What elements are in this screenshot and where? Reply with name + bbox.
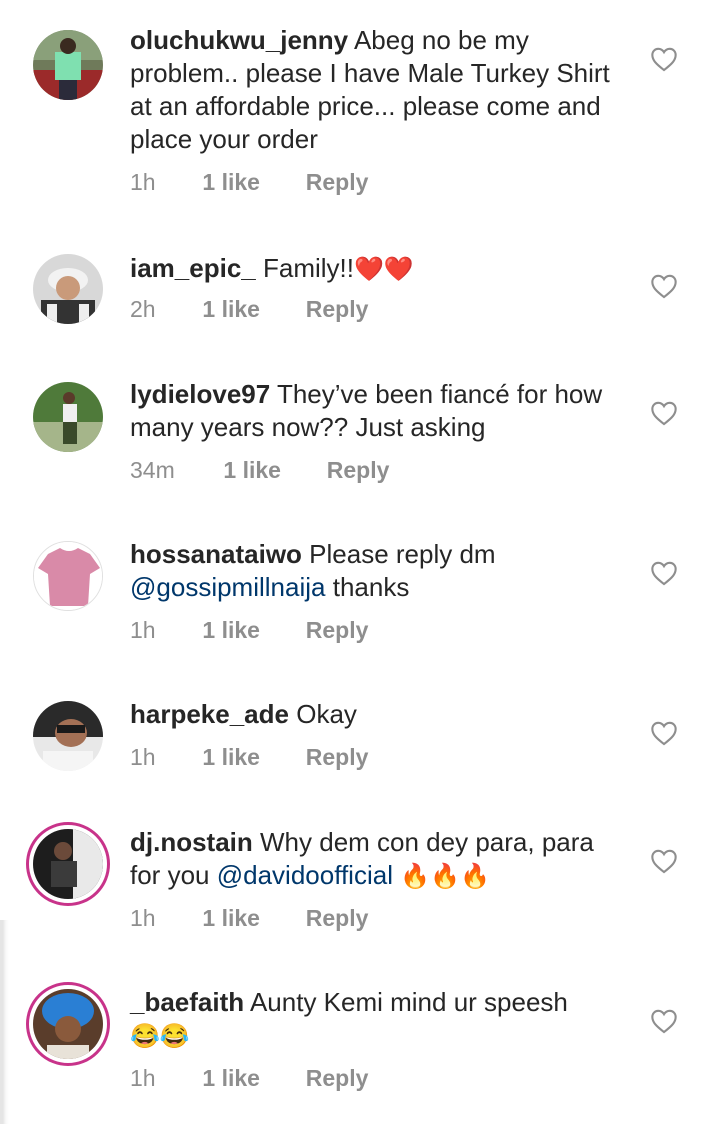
comment-username[interactable]: lydielove97 [130, 379, 270, 409]
comment-text: hossanataiwo Please reply dm @gossipmill… [130, 538, 610, 604]
reply-button[interactable]: Reply [327, 455, 390, 485]
comment-meta: 1h 1 like Reply [130, 167, 368, 197]
comment-body: Please reply dm [309, 539, 496, 569]
heart-outline-icon[interactable] [650, 1008, 678, 1034]
avatar[interactable] [33, 30, 103, 100]
comment-body-after: thanks [332, 572, 410, 602]
comment-body: Aunty Kemi mind ur speesh [249, 987, 568, 1017]
comment-time: 1h [130, 905, 156, 931]
comment-text: harpeke_ade Okay [130, 698, 610, 731]
comment-emoji: 🔥🔥🔥 [400, 863, 490, 890]
comment-likes[interactable]: 1 like [202, 1063, 299, 1093]
comment-username[interactable]: hossanataiwo [130, 539, 302, 569]
avatar-story-ring[interactable] [26, 982, 110, 1066]
avatar[interactable] [33, 254, 103, 324]
comment-text: oluchukwu_jenny Abeg no be my problem.. … [130, 24, 610, 156]
comment-likes[interactable]: 1 like [202, 167, 299, 197]
avatar[interactable] [33, 382, 103, 452]
comment-time: 2h [130, 296, 156, 322]
comment-meta: 1h 1 like Reply [130, 1063, 368, 1093]
comment-username[interactable]: oluchukwu_jenny [130, 25, 348, 55]
avatar [33, 829, 103, 899]
screen-edge-divider [0, 920, 15, 1124]
heart-outline-icon[interactable] [650, 400, 678, 426]
heart-outline-icon[interactable] [650, 848, 678, 874]
comment-text: _baefaith Aunty Kemi mind ur speesh 😂😂 [130, 986, 610, 1053]
comment-meta: 34m 1 like Reply [130, 455, 389, 485]
avatar [33, 989, 103, 1059]
reply-button[interactable]: Reply [306, 903, 369, 933]
comment-meta: 2h 1 like Reply [130, 294, 368, 324]
heart-outline-icon[interactable] [650, 560, 678, 586]
heart-outline-icon[interactable] [650, 273, 678, 299]
comment-likes[interactable]: 1 like [202, 903, 299, 933]
comment-username[interactable]: iam_epic_ [130, 253, 256, 283]
reply-button[interactable]: Reply [306, 1063, 369, 1093]
comment-likes[interactable]: 1 like [202, 742, 299, 772]
avatar[interactable] [33, 701, 103, 771]
avatar-story-ring[interactable] [26, 822, 110, 906]
comment-emoji: 😂😂 [130, 1023, 190, 1050]
comment-username[interactable]: dj.nostain [130, 827, 253, 857]
comment-text: lydielove97 They’ve been fiancé for how … [130, 378, 610, 444]
comment-body: Okay [296, 699, 357, 729]
comment-meta: 1h 1 like Reply [130, 615, 368, 645]
comment-time: 1h [130, 617, 156, 643]
mention-link[interactable]: @gossipmillnaija [130, 572, 325, 602]
comment-emoji: ❤️❤️ [353, 256, 414, 283]
heart-outline-icon[interactable] [650, 720, 678, 746]
reply-button[interactable]: Reply [306, 167, 369, 197]
comment-username[interactable]: _baefaith [130, 987, 244, 1017]
reply-button[interactable]: Reply [306, 742, 369, 772]
comment-time: 1h [130, 169, 156, 195]
comment-likes[interactable]: 1 like [202, 615, 299, 645]
comment-meta: 1h 1 like Reply [130, 742, 368, 772]
comment-text: iam_epic_ Family!!❤️❤️ [130, 252, 610, 286]
comment-likes[interactable]: 1 like [223, 455, 320, 485]
mention-link[interactable]: @davidoofficial [217, 860, 393, 890]
comment-likes[interactable]: 1 like [202, 294, 299, 324]
comment-body: Family!! [262, 253, 354, 283]
reply-button[interactable]: Reply [306, 294, 369, 324]
comment-time: 1h [130, 1065, 156, 1091]
comment-time: 34m [130, 457, 175, 483]
reply-button[interactable]: Reply [306, 615, 369, 645]
heart-outline-icon[interactable] [650, 46, 678, 72]
comment-meta: 1h 1 like Reply [130, 903, 368, 933]
comment-username[interactable]: harpeke_ade [130, 699, 289, 729]
comment-text: dj.nostain Why dem con dey para, para fo… [130, 826, 610, 893]
comment-time: 1h [130, 744, 156, 770]
avatar[interactable] [33, 541, 103, 611]
